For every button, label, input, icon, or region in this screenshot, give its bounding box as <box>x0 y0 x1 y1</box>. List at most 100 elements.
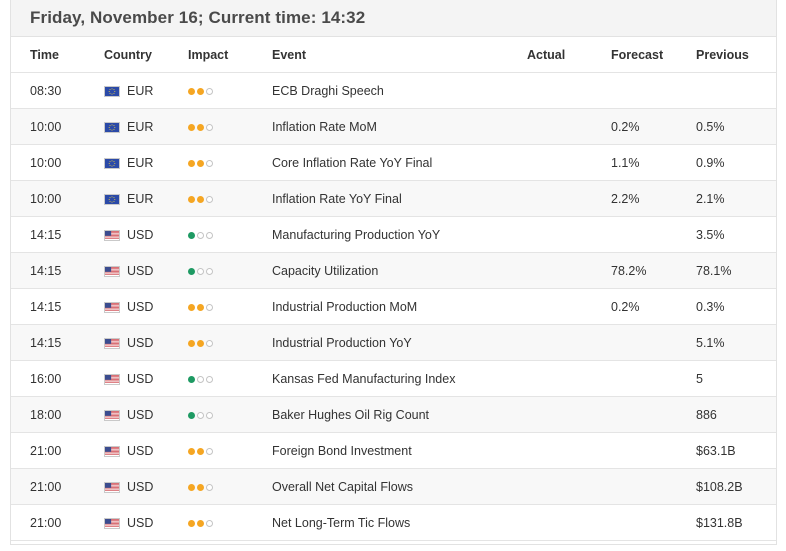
event-time: 08:30 <box>30 84 62 98</box>
event-name[interactable]: Inflation Rate YoY Final <box>272 181 402 217</box>
event-name[interactable]: Foreign Bond Investment <box>272 433 412 469</box>
table-row[interactable]: 14:15 USD Industrial Production YoY 5.1% <box>11 325 776 361</box>
impact-dot-icon <box>188 447 195 455</box>
impact-dot-icon <box>188 375 195 383</box>
column-header-forecast[interactable]: Forecast <box>611 37 663 73</box>
table-row[interactable]: 10:00 EUR Inflation Rate MoM 0.2% 0.5% <box>11 109 776 145</box>
column-header-actual[interactable]: Actual <box>527 37 565 73</box>
event-time: 14:15 <box>30 228 62 242</box>
us-flag-icon <box>104 265 120 277</box>
country-code: USD <box>127 444 154 458</box>
impact-dot-icon <box>206 339 213 347</box>
event-time: 14:15 <box>30 264 62 278</box>
impact-dot-icon <box>188 303 195 311</box>
event-country: USD <box>104 505 153 541</box>
event-time: 21:00 <box>30 444 62 458</box>
event-forecast: 2.2% <box>611 192 640 206</box>
impact-dot-icon <box>188 159 195 167</box>
table-body: 08:30 EUR ECB Draghi Speech 10:00 EUR Inflati… <box>11 73 776 541</box>
event-forecast: 1.1% <box>611 156 640 170</box>
event-previous: $63.1B <box>696 444 736 458</box>
event-name[interactable]: Manufacturing Production YoY <box>272 217 440 253</box>
column-header-event[interactable]: Event <box>272 37 306 73</box>
event-previous: 0.5% <box>696 120 725 134</box>
event-name[interactable]: Overall Net Capital Flows <box>272 469 413 505</box>
impact-dot-icon <box>197 303 204 311</box>
table-row[interactable]: 21:00 USD Net Long-Term Tic Flows $131.8B <box>11 505 776 541</box>
impact-indicator <box>188 469 213 505</box>
event-time: 18:00 <box>30 408 62 422</box>
event-name[interactable]: Net Long-Term Tic Flows <box>272 505 410 541</box>
column-header-time[interactable]: Time <box>30 37 59 73</box>
us-flag-icon <box>104 409 120 421</box>
country-code: USD <box>127 336 154 350</box>
impact-indicator <box>188 397 213 433</box>
country-code: USD <box>127 516 154 530</box>
country-code: EUR <box>127 156 154 170</box>
impact-dot-icon <box>188 87 195 95</box>
impact-dot-icon <box>188 267 195 275</box>
event-previous: $108.2B <box>696 480 743 494</box>
event-name[interactable]: ECB Draghi Speech <box>272 73 384 109</box>
table-row[interactable]: 14:15 USD Industrial Production MoM 0.2% 0.3… <box>11 289 776 325</box>
eu-flag-icon <box>104 85 120 97</box>
table-row[interactable]: 21:00 USD Overall Net Capital Flows $108.2B <box>11 469 776 505</box>
event-previous: 0.3% <box>696 300 725 314</box>
impact-indicator <box>188 289 213 325</box>
table-row[interactable]: 10:00 EUR Core Inflation Rate YoY Final 1.1… <box>11 145 776 181</box>
column-header-country[interactable]: Country <box>104 37 152 73</box>
event-forecast: 0.2% <box>611 120 640 134</box>
event-name[interactable]: Capacity Utilization <box>272 253 378 289</box>
impact-dot-icon <box>206 447 213 455</box>
eu-flag-icon <box>104 193 120 205</box>
event-country: USD <box>104 433 153 469</box>
event-time: 16:00 <box>30 372 62 386</box>
event-country: USD <box>104 469 153 505</box>
event-name[interactable]: Baker Hughes Oil Rig Count <box>272 397 429 433</box>
impact-dot-icon <box>188 519 195 527</box>
event-forecast: 0.2% <box>611 300 640 314</box>
event-name[interactable]: Industrial Production MoM <box>272 289 417 325</box>
impact-indicator <box>188 361 213 397</box>
event-name[interactable]: Core Inflation Rate YoY Final <box>272 145 432 181</box>
impact-indicator <box>188 433 213 469</box>
country-code: USD <box>127 408 154 422</box>
event-previous: 3.5% <box>696 228 725 242</box>
impact-dot-icon <box>197 267 204 275</box>
event-time: 10:00 <box>30 156 62 170</box>
impact-indicator <box>188 325 213 361</box>
column-header-impact[interactable]: Impact <box>188 37 228 73</box>
table-row[interactable]: 14:15 USD Manufacturing Production YoY 3.5% <box>11 217 776 253</box>
event-name[interactable]: Kansas Fed Manufacturing Index <box>272 361 455 397</box>
table-row[interactable]: 16:00 USD Kansas Fed Manufacturing Index 5 <box>11 361 776 397</box>
us-flag-icon <box>104 373 120 385</box>
event-time: 21:00 <box>30 516 62 530</box>
impact-dot-icon <box>206 519 213 527</box>
event-time: 21:00 <box>30 480 62 494</box>
event-country: USD <box>104 325 153 361</box>
us-flag-icon <box>104 445 120 457</box>
calendar-date-title: Friday, November 16; Current time: 14:32 <box>30 8 366 27</box>
event-name[interactable]: Industrial Production YoY <box>272 325 412 361</box>
column-header-previous[interactable]: Previous <box>696 37 749 73</box>
impact-dot-icon <box>188 483 195 491</box>
event-name[interactable]: Inflation Rate MoM <box>272 109 377 145</box>
table-row[interactable]: 10:00 EUR Inflation Rate YoY Final 2.2% 2.1% <box>11 181 776 217</box>
table-row[interactable]: 14:15 USD Capacity Utilization 78.2% 78.1% <box>11 253 776 289</box>
impact-indicator <box>188 109 213 145</box>
us-flag-icon <box>104 517 120 529</box>
calendar-header: Friday, November 16; Current time: 14:32 <box>11 0 776 37</box>
impact-indicator <box>188 73 213 109</box>
event-country: EUR <box>104 145 153 181</box>
table-row[interactable]: 18:00 USD Baker Hughes Oil Rig Count 886 <box>11 397 776 433</box>
impact-dot-icon <box>206 375 213 383</box>
impact-dot-icon <box>188 411 195 419</box>
event-previous: 0.9% <box>696 156 725 170</box>
impact-dot-icon <box>197 411 204 419</box>
us-flag-icon <box>104 481 120 493</box>
country-code: USD <box>127 264 154 278</box>
event-previous: 5 <box>696 372 703 386</box>
impact-indicator <box>188 505 213 541</box>
table-row[interactable]: 21:00 USD Foreign Bond Investment $63.1B <box>11 433 776 469</box>
table-row[interactable]: 08:30 EUR ECB Draghi Speech <box>11 73 776 109</box>
